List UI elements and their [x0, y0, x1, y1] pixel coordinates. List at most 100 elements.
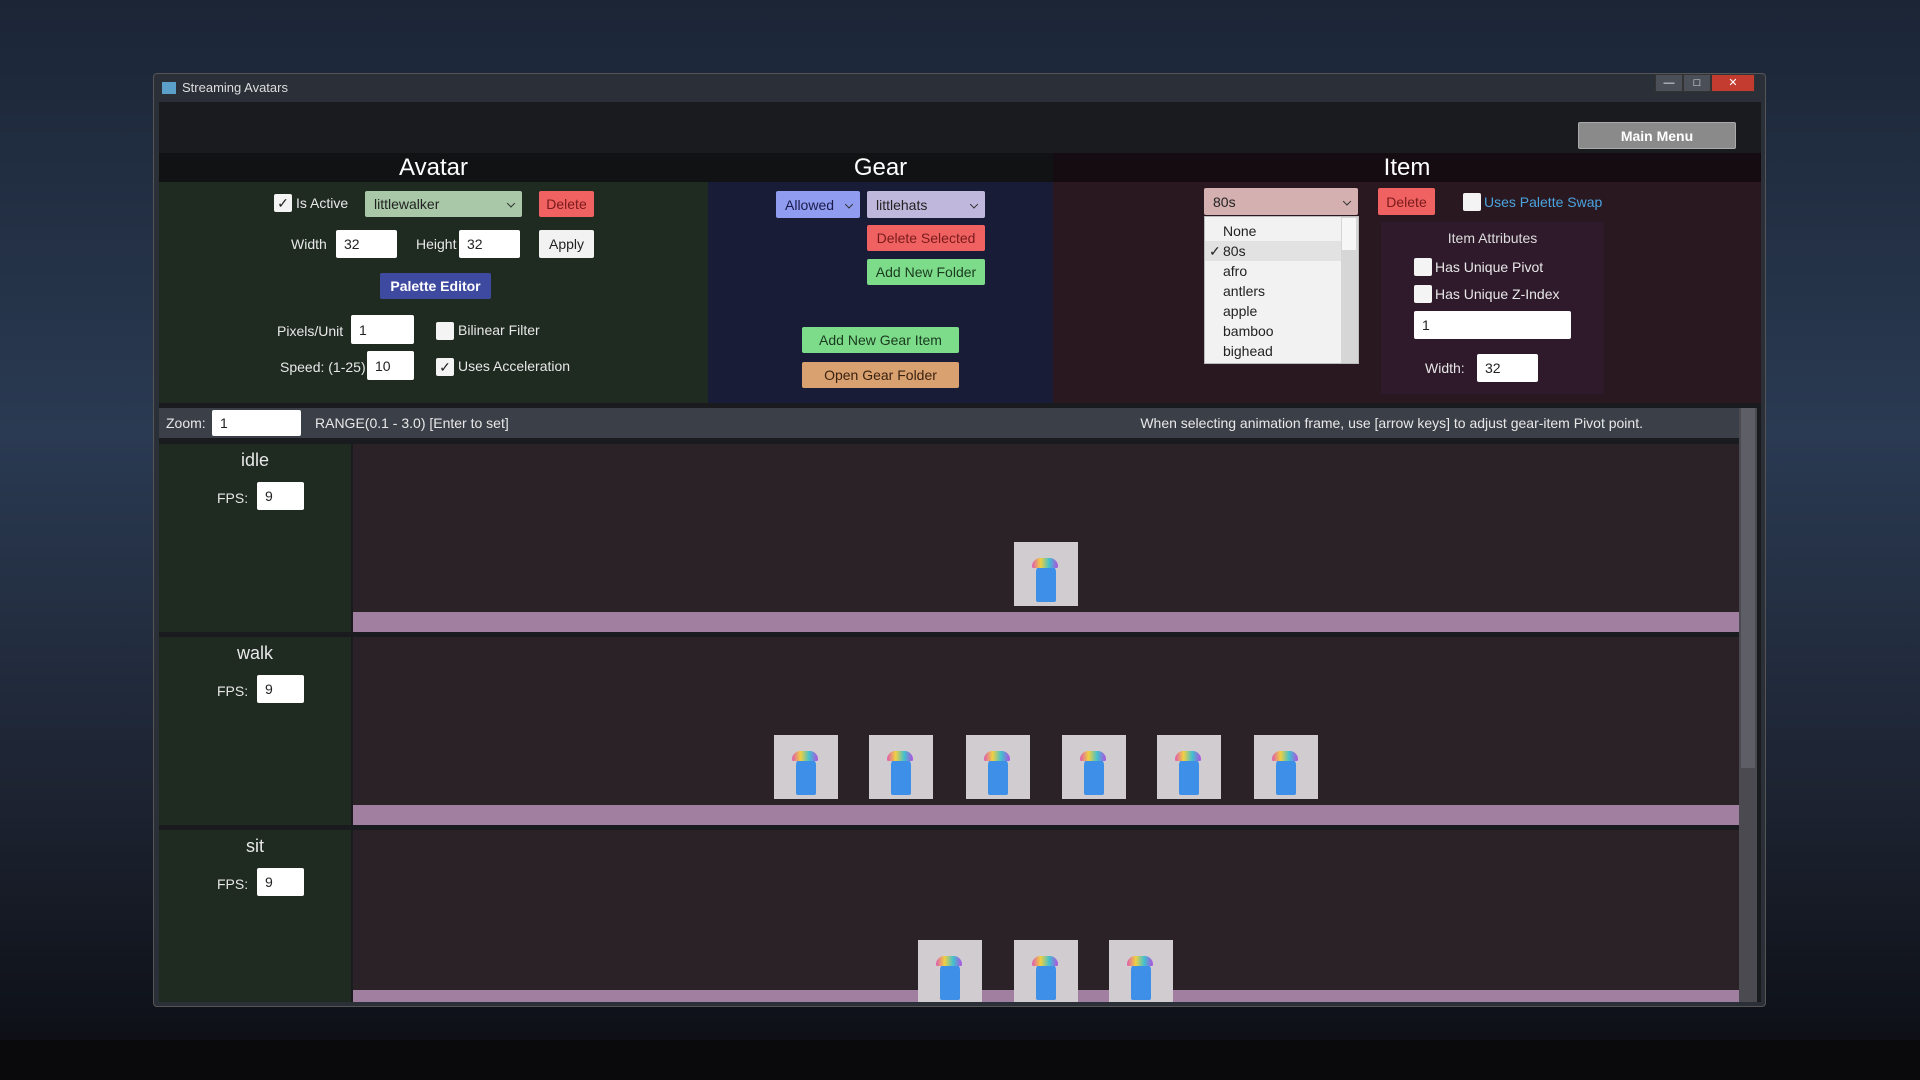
title-bar[interactable]: Streaming Avatars — □ ✕	[154, 74, 1765, 102]
palette-editor-button[interactable]: Palette Editor	[380, 273, 491, 299]
app-icon	[162, 82, 176, 94]
animation-frame[interactable]	[966, 735, 1030, 799]
avatar-sprite	[796, 757, 816, 795]
hat-sprite	[936, 956, 962, 966]
animation-row-sit: sit FPS: 9	[159, 830, 1744, 1002]
avatar-sprite	[1036, 564, 1056, 602]
animation-frame[interactable]	[1157, 735, 1221, 799]
avatar-select[interactable]: littlewalker	[365, 191, 522, 217]
item-width-input[interactable]: 32	[1477, 354, 1538, 382]
speed-label: Speed: (1-25)	[280, 359, 366, 375]
pixels-unit-input[interactable]: 1	[351, 315, 414, 344]
item-option[interactable]: bighead	[1205, 341, 1343, 361]
animation-name: sit	[246, 836, 264, 856]
item-option-label: bighead	[1223, 343, 1273, 359]
animation-frame[interactable]	[1014, 542, 1078, 606]
animation-frame[interactable]	[1062, 735, 1126, 799]
check-icon: ✓	[1209, 243, 1221, 259]
animation-frame[interactable]	[1254, 735, 1318, 799]
taskbar	[0, 1040, 1920, 1080]
uses-palette-swap-checkbox[interactable]	[1463, 193, 1481, 211]
dropdown-scrollbar[interactable]	[1341, 217, 1358, 363]
gear-filter-select[interactable]: Allowed	[776, 191, 860, 218]
gear-folder-select[interactable]: littlehats	[867, 191, 985, 218]
avatar-delete-button[interactable]: Delete	[539, 191, 594, 217]
fps-input[interactable]: 9	[257, 482, 304, 510]
zoom-range-hint: RANGE(0.1 - 3.0) [Enter to set]	[315, 415, 509, 431]
animation-frame[interactable]	[869, 735, 933, 799]
hat-sprite	[1080, 751, 1106, 761]
item-option[interactable]: None	[1205, 221, 1343, 241]
item-option[interactable]: antlers	[1205, 281, 1343, 301]
avatar-sprite	[1131, 962, 1151, 1000]
item-option[interactable]: apple	[1205, 301, 1343, 321]
animation-frame[interactable]	[1014, 940, 1078, 1002]
add-new-gear-item-button[interactable]: Add New Gear Item	[802, 327, 959, 353]
hat-sprite	[1032, 956, 1058, 966]
fps-label: FPS:	[217, 490, 249, 506]
pivot-hint: When selecting animation frame, use [arr…	[1140, 415, 1643, 431]
item-option[interactable]: ✓ 80s	[1205, 241, 1343, 261]
animation-frame[interactable]	[1109, 940, 1173, 1002]
avatar-header: Avatar	[159, 153, 708, 182]
hat-sprite	[984, 751, 1010, 761]
maximize-button[interactable]: □	[1683, 74, 1711, 92]
item-option-label: afro	[1223, 263, 1248, 279]
avatar-sprite	[1084, 757, 1104, 795]
hat-sprite	[792, 751, 818, 761]
bilinear-filter-label: Bilinear Filter	[458, 322, 540, 338]
hat-sprite	[1175, 751, 1201, 761]
is-active-checkbox[interactable]: ✓	[274, 194, 292, 212]
item-select[interactable]: 80s	[1204, 188, 1358, 215]
add-new-folder-button[interactable]: Add New Folder	[867, 259, 985, 285]
height-input[interactable]: 32	[459, 230, 520, 258]
delete-selected-button[interactable]: Delete Selected	[867, 225, 985, 251]
width-input[interactable]: 32	[336, 230, 397, 258]
main-menu-button[interactable]: Main Menu	[1578, 122, 1736, 149]
item-option[interactable]: afro	[1205, 261, 1343, 281]
chevron-down-icon	[1342, 196, 1352, 206]
z-index-input[interactable]: 1	[1414, 311, 1571, 339]
zoom-input[interactable]: 1	[212, 410, 301, 436]
zoom-label: Zoom:	[166, 415, 206, 431]
animation-frame[interactable]	[918, 940, 982, 1002]
item-option[interactable]: bamboo	[1205, 321, 1343, 341]
speed-input[interactable]: 10	[367, 351, 414, 380]
fps-input[interactable]: 9	[257, 868, 304, 896]
animation-name: idle	[240, 450, 270, 470]
animation-name: walk	[236, 643, 273, 663]
timeline-bar[interactable]	[353, 805, 1742, 825]
apply-button[interactable]: Apply	[539, 230, 594, 258]
item-header: Item	[1053, 153, 1761, 182]
minimize-button[interactable]: —	[1655, 74, 1683, 92]
animation-label-panel: walk FPS: 9	[159, 637, 351, 825]
fps-label: FPS:	[217, 876, 249, 892]
item-delete-button[interactable]: Delete	[1378, 188, 1435, 215]
fps-input[interactable]: 9	[257, 675, 304, 703]
unique-z-index-checkbox[interactable]	[1414, 285, 1432, 303]
avatar-sprite	[891, 757, 911, 795]
animation-frame[interactable]	[774, 735, 838, 799]
close-button[interactable]: ✕	[1711, 74, 1755, 92]
client-area: Main Menu Avatar Gear Item ✓ Is Active l…	[159, 102, 1761, 1002]
fps-label: FPS:	[217, 683, 249, 699]
gear-header: Gear	[708, 153, 1053, 182]
unique-pivot-checkbox[interactable]	[1414, 258, 1432, 276]
frame-track	[353, 637, 1742, 825]
dropdown-scroll-thumb[interactable]	[1342, 218, 1356, 250]
item-width-label: Width:	[1425, 360, 1465, 376]
uses-acceleration-label: Uses Acceleration	[458, 358, 571, 374]
window-title: Streaming Avatars	[182, 80, 288, 95]
timeline-bar[interactable]	[353, 612, 1742, 632]
chevron-down-icon	[506, 199, 516, 208]
hat-sprite	[887, 751, 913, 761]
bilinear-filter-checkbox[interactable]	[436, 322, 454, 340]
gear-folder-value: littlehats	[876, 196, 928, 213]
timeline-scrollbar[interactable]	[1739, 408, 1757, 1002]
chevron-down-icon	[969, 199, 979, 209]
timeline-scroll-thumb[interactable]	[1741, 408, 1755, 768]
animation-row-walk: walk FPS: 9	[159, 637, 1744, 825]
animation-label-panel: sit FPS: 9	[159, 830, 351, 1002]
uses-acceleration-checkbox[interactable]: ✓	[436, 358, 454, 376]
open-gear-folder-button[interactable]: Open Gear Folder	[802, 362, 959, 388]
